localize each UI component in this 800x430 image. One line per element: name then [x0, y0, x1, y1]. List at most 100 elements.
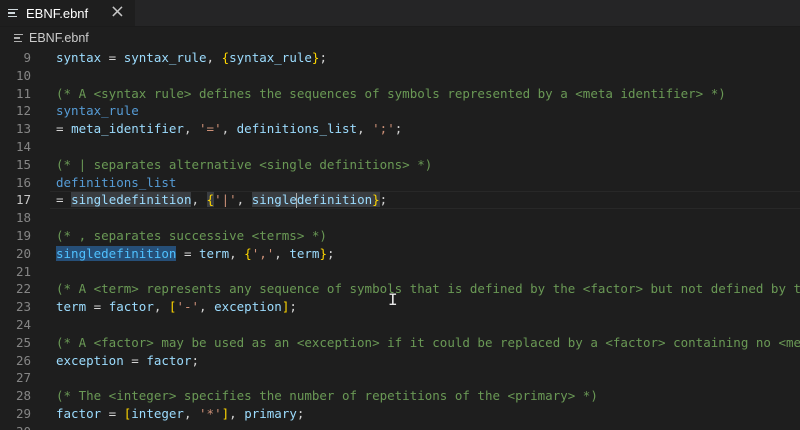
code-token: definitions_list: [56, 174, 177, 190]
line-number: 11: [15, 85, 31, 101]
file-lines-icon: [14, 33, 23, 43]
code-token: ,: [199, 299, 215, 315]
code-token: ,: [183, 405, 200, 421]
code-line[interactable]: 16 definitions_list: [0, 174, 800, 192]
code-line[interactable]: 22 (* A <term> represents any sequence of…: [0, 280, 800, 298]
line-number: 23: [15, 299, 31, 315]
code-token: meta_identifier: [71, 121, 184, 137]
line-number: 29: [15, 405, 31, 421]
code-token: (* | separates alternative <single defin…: [56, 156, 433, 172]
code-token: ;: [191, 352, 199, 368]
code-token: exception: [214, 299, 282, 315]
code-token: (* A <term> represents any sequence of s…: [56, 281, 800, 297]
code-line[interactable]: 11 (* A <syntax rule> defines the sequenc…: [0, 85, 800, 103]
code-line[interactable]: 13 = meta_identifier, '=', definitions_li…: [0, 120, 800, 138]
code-token: ',': [251, 245, 275, 261]
code-token: ,: [229, 245, 245, 261]
code-line[interactable]: 12 syntax_rule: [0, 102, 800, 120]
code-token: single: [251, 192, 297, 208]
code-text: exception = factor;: [56, 352, 199, 370]
code-token: factor: [108, 299, 154, 315]
code-text: = meta_identifier, '=', definitions_list…: [56, 120, 402, 138]
code-text: term = factor, ['-', exception];: [56, 298, 297, 316]
code-line[interactable]: 29 factor = [integer, '*'], primary;: [0, 405, 800, 423]
line-number: 19: [15, 227, 31, 243]
line-number: 14: [15, 138, 31, 154]
line-number: 20: [15, 245, 31, 261]
code-token: ;: [289, 299, 297, 315]
code-editor[interactable]: 9 syntax = syntax_rule, {syntax_rule}; 10 1…: [0, 49, 800, 430]
code-token: }: [372, 192, 380, 208]
code-token: ';': [372, 121, 395, 137]
code-text: (* A <term> represents any sequence of s…: [56, 280, 800, 298]
code-line[interactable]: 15 (* | separates alternative <single def…: [0, 156, 800, 174]
file-lines-icon: [8, 8, 18, 18]
code-token: ;: [319, 50, 327, 65]
code-token: factor: [56, 405, 102, 421]
code-line[interactable]: 14: [0, 138, 800, 156]
code-token: '=': [199, 121, 222, 137]
code-text: syntax_rule: [56, 102, 139, 120]
code-line[interactable]: 26 exception = factor;: [0, 352, 800, 370]
line-number: 25: [15, 334, 31, 350]
code-token: term: [289, 245, 320, 261]
code-token: factor: [146, 352, 192, 368]
tab-ebnf[interactable]: EBNF.ebnf ×: [0, 0, 136, 26]
breadcrumb: EBNF.ebnf: [0, 27, 800, 49]
code-line[interactable]: 28 (* The <integer> specifies the number …: [0, 387, 800, 405]
code-line[interactable]: 23 term = factor, ['-', exception];: [0, 298, 800, 316]
tab-bar: EBNF.ebnf ×: [0, 0, 800, 27]
code-line[interactable]: 19 (* , separates successive <terms> *): [0, 227, 800, 245]
code-line[interactable]: 9 syntax = syntax_rule, {syntax_rule};: [0, 49, 800, 67]
code-token: (* , separates successive <terms> *): [56, 227, 327, 243]
code-token: integer: [131, 405, 184, 421]
line-number: 24: [15, 316, 31, 332]
code-line[interactable]: 27: [0, 369, 800, 387]
code-token: ,: [221, 121, 237, 137]
line-number: 13: [15, 121, 31, 137]
code-token: ,: [357, 121, 373, 137]
code-token: syntax: [56, 50, 102, 65]
code-token: syntax_rule: [229, 50, 312, 65]
code-token: ;: [296, 405, 305, 421]
code-text: syntax = syntax_rule, {syntax_rule};: [56, 49, 327, 67]
line-number: 18: [15, 210, 31, 226]
line-number: 12: [15, 103, 31, 119]
code-line[interactable]: 24: [0, 316, 800, 334]
code-token: ]: [221, 405, 230, 421]
code-line[interactable]: 21: [0, 263, 800, 281]
line-number: 16: [15, 174, 31, 190]
line-number: 9: [23, 50, 31, 65]
line-number: 28: [15, 388, 31, 404]
code-text: (* A <factor> may be used as an <excepti…: [56, 334, 800, 352]
code-line[interactable]: 18: [0, 209, 800, 227]
code-line[interactable]: 10: [0, 67, 800, 85]
code-token: primary: [244, 405, 297, 421]
code-token: '*': [199, 405, 222, 421]
code-token: ;: [379, 192, 388, 208]
text-cursor-icon: I: [388, 290, 398, 309]
line-number: 26: [15, 352, 31, 368]
code-token: term: [56, 299, 87, 315]
code-line[interactable]: 25 (* A <factor> may be used as an <excep…: [0, 334, 800, 352]
code-token: (* The <integer> specifies the number of…: [56, 388, 598, 404]
code-line[interactable]: 17 = singledefinition, {'|', singledefini…: [0, 191, 800, 209]
breadcrumb-file[interactable]: EBNF.ebnf: [29, 31, 89, 45]
code-token: =: [101, 50, 124, 65]
code-token: =: [56, 121, 72, 137]
code-token: (* A <syntax rule> defines the sequences…: [56, 85, 726, 101]
line-number: 17: [15, 192, 31, 208]
code-token: (* A <factor> may be used as an <excepti…: [56, 334, 800, 350]
code-line[interactable]: 30: [0, 423, 800, 430]
code-token: {: [206, 192, 215, 208]
code-token: ;: [394, 121, 403, 137]
code-token: }: [319, 245, 327, 261]
code-token: singledefinition: [56, 245, 177, 261]
code-token: ,: [236, 192, 252, 208]
code-text: factor = [integer, '*'], primary;: [56, 405, 304, 423]
code-text: (* The <integer> specifies the number of…: [56, 387, 598, 405]
code-text: definitions_list: [56, 174, 176, 192]
code-line[interactable]: 20 singledefinition = term, {',', term};: [0, 245, 800, 263]
close-icon[interactable]: ×: [110, 3, 125, 21]
code-token: term: [199, 245, 230, 261]
